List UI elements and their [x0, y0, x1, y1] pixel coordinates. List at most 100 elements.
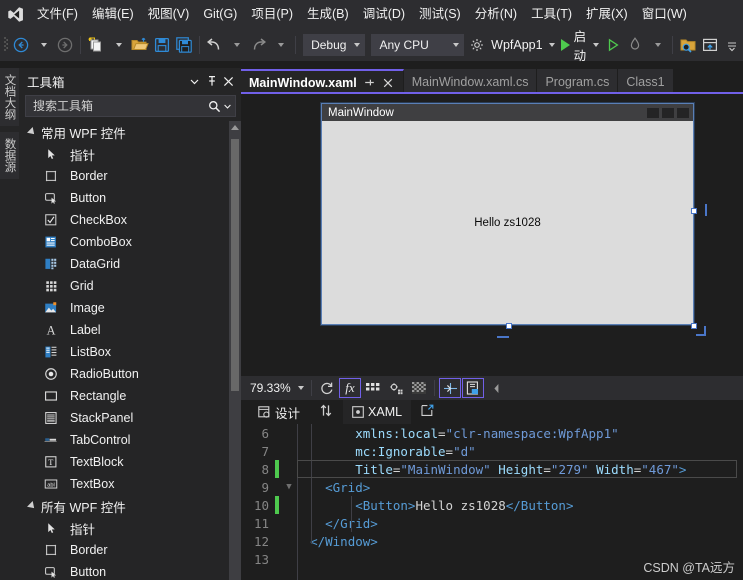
platform-combobox[interactable]: Any CPU: [371, 33, 465, 56]
fold-toggle-icon[interactable]: ▼: [283, 482, 295, 492]
vertical-tab[interactable]: 文档大纲: [0, 68, 19, 126]
toolbox-item[interactable]: ListBox: [19, 341, 241, 363]
xaml-code-editor[interactable]: 6 xmlns:local="clr-namespace:WpfApp1" 7 m…: [241, 424, 743, 580]
navigate-back-button[interactable]: [10, 33, 32, 57]
search-icon[interactable]: [206, 97, 223, 115]
menu-item[interactable]: 窗口(W): [635, 3, 694, 25]
selection-handle-bottom[interactable]: [506, 323, 512, 329]
effects-toggle-button[interactable]: fx: [339, 378, 361, 398]
toolbox-item[interactable]: CheckBox: [19, 209, 241, 231]
minimize-icon[interactable]: [647, 107, 659, 118]
maximize-icon[interactable]: [662, 107, 674, 118]
search-input[interactable]: [33, 99, 206, 113]
toolbox-item[interactable]: Border: [19, 539, 241, 561]
undo-button[interactable]: [203, 33, 225, 57]
toolbox-list[interactable]: 常用 WPF 控件 指针 Border Button CheckBox ComboBox D…: [19, 121, 241, 580]
menu-item[interactable]: 编辑(E): [85, 3, 141, 25]
editor-tab[interactable]: MainWindow.xaml.cs: [403, 69, 538, 94]
menu-item[interactable]: 调试(D): [356, 3, 412, 25]
redo-button[interactable]: [247, 33, 269, 57]
toolbox-item[interactable]: Button: [19, 187, 241, 209]
toolbox-item[interactable]: Grid: [19, 275, 241, 297]
zoom-level-combobox[interactable]: 79.33%: [245, 378, 307, 398]
pop-out-button[interactable]: [411, 404, 444, 420]
toolbox-search-box[interactable]: [25, 95, 236, 117]
menu-item[interactable]: 视图(V): [141, 3, 197, 25]
code-line[interactable]: 8 Title="MainWindow" Height="279" Width=…: [241, 460, 743, 478]
preview-button-control[interactable]: Hello zs1028: [322, 217, 693, 229]
toolbox-group-header[interactable]: 所有 WPF 控件: [19, 495, 241, 517]
design-view-tab[interactable]: 设计: [249, 400, 309, 424]
preview-content[interactable]: Hello zs1028: [322, 121, 693, 324]
close-icon[interactable]: [382, 76, 395, 89]
window-preview[interactable]: MainWindow Hello zs1028: [321, 103, 694, 325]
toolbox-group-header[interactable]: 常用 WPF 控件: [19, 121, 241, 143]
close-icon[interactable]: [220, 72, 237, 90]
chevron-down-icon[interactable]: [186, 72, 203, 90]
editor-tab[interactable]: Class1: [618, 69, 674, 94]
toolbox-item[interactable]: abl TextBox: [19, 473, 241, 495]
navigate-back-dropdown[interactable]: [32, 33, 54, 57]
refresh-designer-button[interactable]: [316, 378, 338, 398]
toolbox-item[interactable]: StackPanel: [19, 407, 241, 429]
code-line[interactable]: 6 xmlns:local="clr-namespace:WpfApp1": [241, 424, 743, 442]
toolbar-overflow-button[interactable]: [721, 33, 743, 57]
close-icon[interactable]: [677, 107, 689, 118]
hot-reload-button[interactable]: [624, 33, 646, 57]
artboard-button[interactable]: [462, 378, 484, 398]
menu-item[interactable]: 生成(B): [300, 3, 356, 25]
editor-tab[interactable]: MainWindow.xaml: [241, 69, 404, 94]
toolbox-item[interactable]: TabControl: [19, 429, 241, 451]
code-line[interactable]: 9 ▼ <Grid>: [241, 478, 743, 496]
toolbox-item[interactable]: 指针: [19, 517, 241, 539]
toolbox-item[interactable]: ComboBox: [19, 231, 241, 253]
start-debug-button[interactable]: 启动: [558, 30, 603, 63]
toolbox-item[interactable]: Button: [19, 561, 241, 580]
show-grid-button[interactable]: [362, 378, 384, 398]
align-handles-button[interactable]: [439, 378, 461, 398]
toolbox-item[interactable]: DataGrid: [19, 253, 241, 275]
toolbox-item[interactable]: A Label: [19, 319, 241, 341]
toolbox-scrollbar[interactable]: [229, 121, 241, 580]
toolbox-item[interactable]: T TextBlock: [19, 451, 241, 473]
pin-icon[interactable]: [363, 76, 376, 89]
window-layout-button[interactable]: [699, 33, 721, 57]
scrollbar-thumb[interactable]: [231, 139, 239, 391]
navigate-forward-button[interactable]: [54, 33, 76, 57]
search-dropdown-icon[interactable]: [223, 97, 232, 115]
toolbox-item[interactable]: Image: [19, 297, 241, 319]
menu-item[interactable]: 扩展(X): [579, 3, 635, 25]
xaml-design-surface[interactable]: MainWindow Hello zs1028: [241, 94, 743, 376]
menu-item[interactable]: 分析(N): [468, 3, 524, 25]
menu-item[interactable]: 项目(P): [244, 3, 300, 25]
code-line[interactable]: 7 mc:Ignorable="d": [241, 442, 743, 460]
swap-panes-button[interactable]: [309, 404, 343, 420]
vertical-tab[interactable]: 数据源: [0, 132, 19, 179]
resize-corner-adorner[interactable]: [696, 326, 706, 336]
hot-reload-dropdown[interactable]: [646, 33, 668, 57]
code-line[interactable]: 11 </Grid>: [241, 514, 743, 532]
menu-item[interactable]: 测试(S): [412, 3, 468, 25]
menu-item[interactable]: 工具(T): [524, 3, 579, 25]
editor-tab[interactable]: Program.cs: [537, 69, 619, 94]
save-button[interactable]: [151, 33, 173, 57]
scroll-up-arrow-icon[interactable]: [231, 125, 239, 130]
undo-dropdown[interactable]: [225, 33, 247, 57]
menu-item[interactable]: 文件(F): [30, 3, 85, 25]
collapse-toolbar-button[interactable]: [485, 378, 507, 398]
folder-search-button[interactable]: [677, 33, 699, 57]
toolbox-item[interactable]: Border: [19, 165, 241, 187]
new-item-button[interactable]: [85, 33, 107, 57]
xaml-view-tab[interactable]: XAML: [343, 400, 412, 424]
pin-icon[interactable]: [203, 72, 220, 90]
startup-project-button[interactable]: WpfApp1: [467, 33, 557, 57]
toolbox-item[interactable]: 指针: [19, 143, 241, 165]
redo-dropdown[interactable]: [269, 33, 291, 57]
expander-triangle-icon[interactable]: [27, 127, 37, 137]
save-all-button[interactable]: [173, 33, 195, 57]
start-without-debugging-button[interactable]: [602, 33, 624, 57]
code-line[interactable]: 10 <Button>Hello zs1028</Button>: [241, 496, 743, 514]
selection-handle-right[interactable]: [691, 208, 697, 214]
configuration-combobox[interactable]: Debug: [303, 33, 366, 56]
toolbar-grip[interactable]: [2, 35, 10, 55]
